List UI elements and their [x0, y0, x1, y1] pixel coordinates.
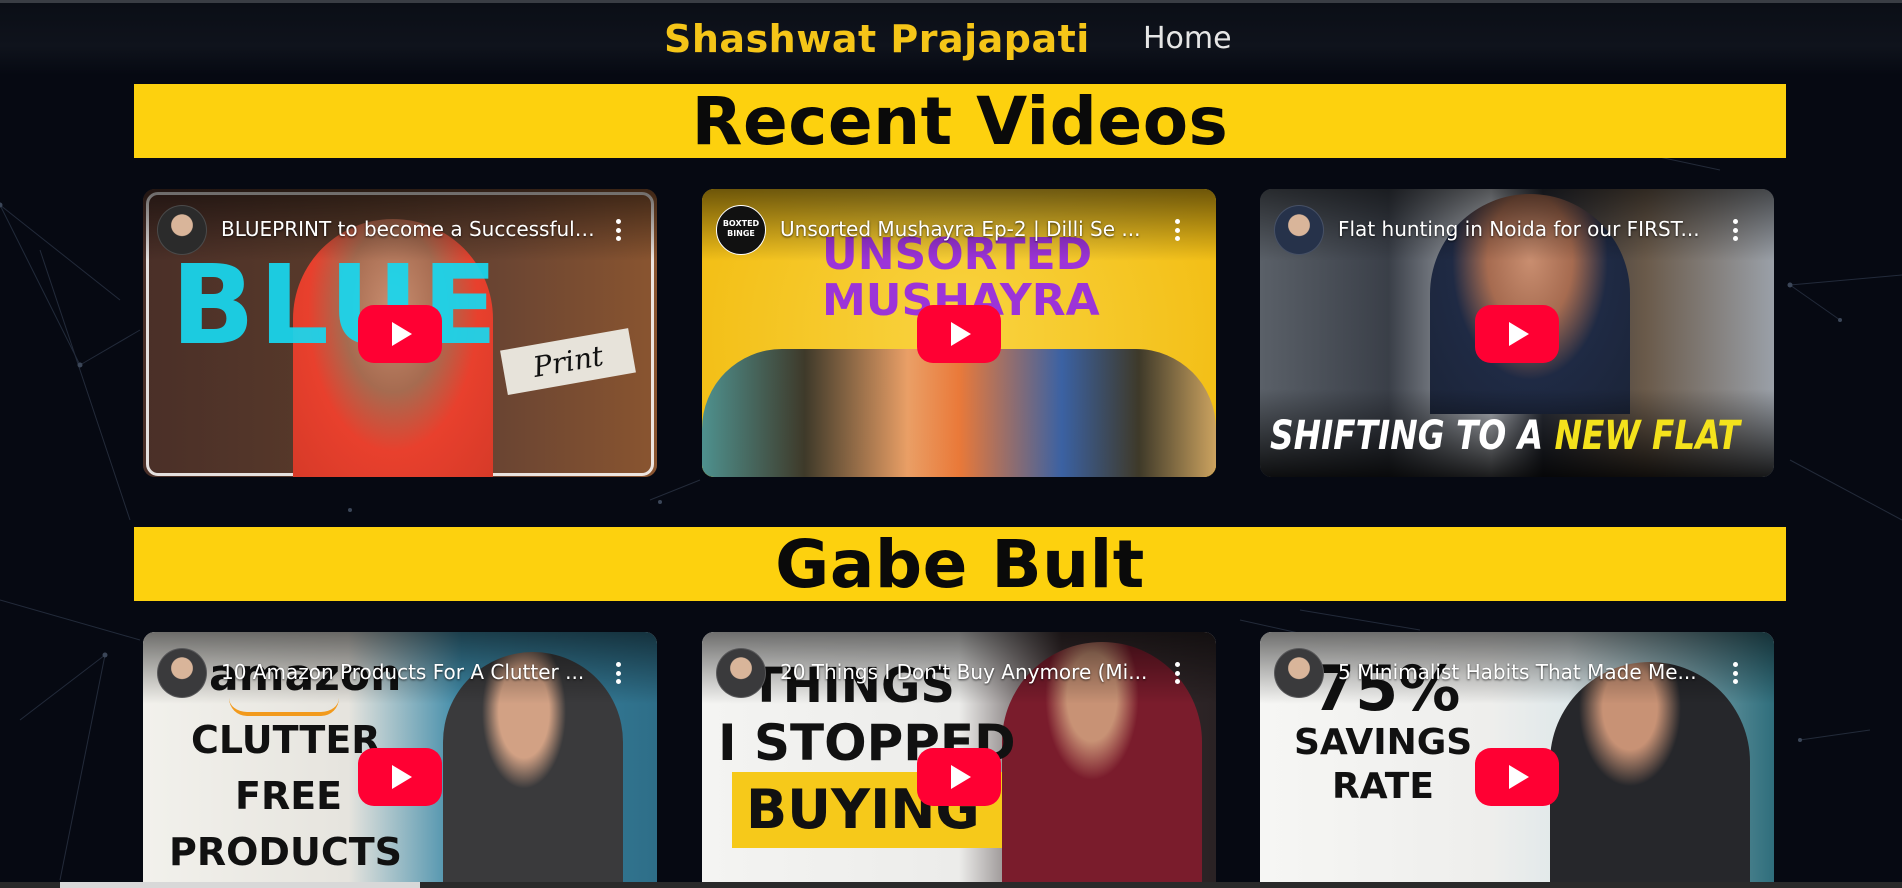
thumb-caption-shifting: SHIFTING TO A NEW FLAT [1270, 413, 1740, 459]
video-embed-blueprint[interactable]: BLUE Print BLUEPRINT to become a Success… [143, 189, 657, 477]
video-title[interactable]: Unsorted Mushayra Ep-2 | Dilli Se ... [780, 215, 1154, 243]
play-button-icon[interactable] [917, 305, 1001, 363]
video-embed-minimalist-habits[interactable]: 75% SAVINGS RATE 5 Minimalist Habits Tha… [1260, 632, 1774, 888]
more-options-icon[interactable] [615, 219, 621, 241]
video-title[interactable]: Flat hunting in Noida for our FIRST... [1338, 215, 1712, 243]
channel-avatar[interactable] [157, 205, 207, 255]
channel-avatar[interactable] [1274, 205, 1324, 255]
thumb-word-free: FREE [235, 774, 343, 818]
channel-avatar[interactable] [157, 648, 207, 698]
play-button-icon[interactable] [358, 305, 442, 363]
channel-avatar[interactable] [1274, 648, 1324, 698]
more-options-icon[interactable] [1732, 219, 1738, 241]
play-button-icon[interactable] [358, 748, 442, 806]
more-options-icon[interactable] [1174, 662, 1180, 684]
thumb-word-clutter: CLUTTER [191, 718, 381, 762]
section-heading-recent-videos: Recent Videos [134, 84, 1786, 160]
scrollbar-thumb[interactable] [60, 882, 420, 888]
play-button-icon[interactable] [1475, 748, 1559, 806]
channel-avatar[interactable]: BOXTED BINGE [716, 205, 766, 255]
video-title[interactable]: 20 Things I Don't Buy Anymore (Mi... [780, 658, 1154, 686]
channel-avatar[interactable] [716, 648, 766, 698]
thumb-word-products: PRODUCTS [169, 830, 402, 874]
channel-badge: BOXTED BINGE [722, 219, 760, 238]
nav-home-link[interactable]: Home [1143, 19, 1232, 59]
navbar: Shashwat Prajapati Home [0, 3, 1902, 75]
thumb-word-savings: SAVINGS [1294, 722, 1473, 763]
video-title[interactable]: 5 Minimalist Habits That Made Me... [1338, 658, 1712, 686]
play-button-icon[interactable] [1475, 305, 1559, 363]
video-title[interactable]: 10 Amazon Products For A Clutter ... [221, 658, 595, 686]
video-embed-things-i-dont-buy[interactable]: THINGS I STOPPED BUYING 20 Things I Don'… [702, 632, 1216, 888]
video-embed-flat-hunting[interactable]: SHIFTING TO A NEW FLAT Flat hunting in N… [1260, 189, 1774, 477]
thumb-word-shifting: SHIFTING TO A [1270, 413, 1544, 459]
more-options-icon[interactable] [1174, 219, 1180, 241]
video-title[interactable]: BLUEPRINT to become a Successful Content… [221, 215, 595, 243]
more-options-icon[interactable] [615, 662, 621, 684]
play-button-icon[interactable] [917, 748, 1001, 806]
more-options-icon[interactable] [1732, 662, 1738, 684]
performers-group [702, 349, 1216, 477]
video-embed-amazon-products[interactable]: amazon CLUTTER FREE PRODUCTS 10 Amazon P… [143, 632, 657, 888]
thumb-word-new-flat: NEW FLAT [1554, 413, 1740, 459]
section-heading-gabe-bult: Gabe Bult [134, 527, 1786, 603]
video-embed-unsorted-mushayra[interactable]: UNSORTED MUSHAYRA BOXTED BINGE Unsorted … [702, 189, 1216, 477]
browser-top-strip [0, 0, 1902, 3]
thumb-word-rate: RATE [1332, 766, 1434, 807]
brand-name[interactable]: Shashwat Prajapati [664, 17, 1090, 61]
